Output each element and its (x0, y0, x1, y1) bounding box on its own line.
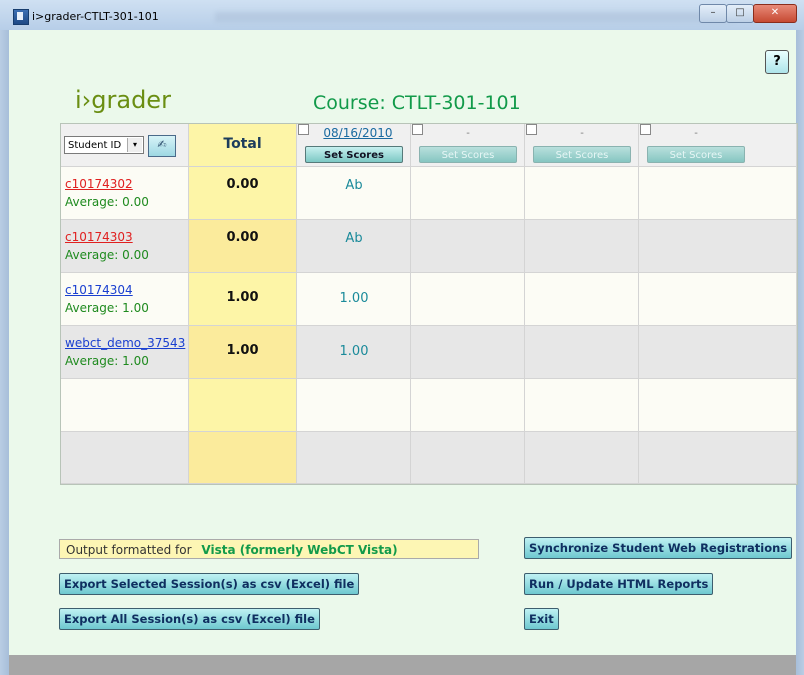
score-cell (525, 432, 639, 484)
table-row-student: c10174304 Average: 1.00 (61, 273, 189, 326)
scores-grid: Student ID ▾ ✍ Total 08/16/2010 Set Scor… (60, 123, 798, 485)
student-average: Average: 0.00 (65, 248, 149, 262)
title-bar: i>grader-CTLT-301-101 – □ ✕ (0, 0, 804, 31)
total-value: 1.00 (226, 290, 259, 305)
score-cell (297, 379, 411, 432)
score-value: Ab (345, 231, 363, 246)
table-row-student: c10174302 Average: 0.00 (61, 167, 189, 220)
chevron-down-icon: ▾ (127, 138, 142, 152)
close-button[interactable]: ✕ (753, 4, 797, 23)
run-reports-button[interactable]: Run / Update HTML Reports (524, 573, 714, 595)
total-cell (189, 432, 297, 484)
table-row-student: c10174303 Average: 0.00 (61, 220, 189, 273)
app-icon (13, 9, 29, 25)
maximize-button[interactable]: □ (726, 4, 754, 23)
set-scores-button: Set Scores (419, 146, 517, 163)
set-scores-button: Set Scores (533, 146, 631, 163)
score-cell (639, 379, 797, 432)
score-cell[interactable] (411, 167, 525, 220)
score-cell[interactable] (525, 273, 639, 326)
score-cell (411, 432, 525, 484)
student-link[interactable]: c10174302 (65, 177, 133, 191)
student-average: Average: 0.00 (65, 195, 149, 209)
course-id: CTLT-301-101 (391, 92, 521, 114)
set-scores-button: Set Scores (647, 146, 745, 163)
score-cell[interactable] (411, 220, 525, 273)
score-cell[interactable] (525, 167, 639, 220)
signature-icon[interactable]: ✍ (148, 135, 176, 157)
score-cell (525, 379, 639, 432)
session-date-placeholder: - (580, 128, 584, 139)
sort-select-value: Student ID (68, 140, 122, 151)
session-date-link[interactable]: 08/16/2010 (311, 126, 405, 140)
score-cell[interactable]: 1.00 (297, 273, 411, 326)
course-prefix: Course: (313, 92, 386, 114)
minimize-button[interactable]: – (699, 4, 727, 23)
window-controls: – □ ✕ (699, 4, 797, 23)
empty-row-cell (61, 379, 189, 432)
session-header-3: - Set Scores (525, 124, 639, 167)
score-cell (639, 432, 797, 484)
output-format-field[interactable]: Output formatted for Vista (formerly Web… (59, 539, 479, 559)
total-cell: 0.00 (189, 220, 297, 273)
student-link[interactable]: c10174303 (65, 230, 133, 244)
score-cell[interactable] (411, 273, 525, 326)
session-date-placeholder: - (466, 128, 470, 139)
session-date-placeholder: - (694, 128, 698, 139)
total-cell: 1.00 (189, 273, 297, 326)
header-total-cell: Total (189, 124, 297, 167)
session-header-4: - Set Scores (639, 124, 797, 167)
score-cell[interactable] (525, 220, 639, 273)
student-link[interactable]: c10174304 (65, 283, 133, 297)
session-header-1: 08/16/2010 Set Scores (297, 124, 411, 167)
igrader-logo: i›grader (75, 86, 171, 114)
score-value: Ab (345, 178, 363, 193)
score-value: 1.00 (339, 344, 369, 359)
score-cell (297, 432, 411, 484)
score-cell (411, 379, 525, 432)
help-button[interactable]: ? (765, 50, 789, 74)
sort-select[interactable]: Student ID ▾ (64, 136, 144, 154)
score-cell[interactable] (639, 220, 797, 273)
session-checkbox[interactable] (298, 124, 309, 135)
student-average: Average: 1.00 (65, 354, 149, 368)
student-link[interactable]: webct_demo_37543 (65, 336, 185, 350)
sync-registrations-button[interactable]: Synchronize Student Web Registrations (524, 537, 793, 559)
output-format-value: Vista (formerly WebCT Vista) (201, 543, 398, 557)
exit-button[interactable]: Exit (524, 608, 559, 630)
header-student-cell: Student ID ▾ ✍ (61, 124, 189, 167)
export-selected-button[interactable]: Export Selected Session(s) as csv (Excel… (59, 573, 360, 595)
score-cell[interactable] (639, 167, 797, 220)
student-average: Average: 1.00 (65, 301, 149, 315)
window-title: i>grader-CTLT-301-101 (32, 10, 159, 23)
blurred-background-title (215, 12, 735, 22)
score-cell[interactable] (411, 326, 525, 379)
total-cell: 0.00 (189, 167, 297, 220)
score-cell[interactable]: Ab (297, 220, 411, 273)
total-cell: 1.00 (189, 326, 297, 379)
total-value: 0.00 (226, 177, 259, 192)
score-value: 1.00 (339, 291, 369, 306)
score-cell[interactable] (525, 326, 639, 379)
score-cell[interactable]: Ab (297, 167, 411, 220)
score-cell[interactable] (639, 326, 797, 379)
session-header-2: - Set Scores (411, 124, 525, 167)
score-cell[interactable] (639, 273, 797, 326)
total-cell (189, 379, 297, 432)
total-value: 1.00 (226, 343, 259, 358)
table-row-student: webct_demo_37543 Average: 1.00 (61, 326, 189, 379)
main-panel: ? i›grader Course: CTLT-301-101 Student … (9, 30, 798, 655)
empty-row-cell (61, 432, 189, 484)
course-title: Course: CTLT-301-101 (313, 92, 521, 114)
set-scores-button[interactable]: Set Scores (305, 146, 403, 163)
status-bar (9, 655, 796, 675)
total-value: 0.00 (226, 230, 259, 245)
output-format-label: Output formatted for (66, 543, 192, 557)
window-frame-left (0, 30, 9, 675)
score-cell[interactable]: 1.00 (297, 326, 411, 379)
total-header: Total (223, 136, 262, 152)
export-all-button[interactable]: Export All Session(s) as csv (Excel) fil… (59, 608, 320, 630)
